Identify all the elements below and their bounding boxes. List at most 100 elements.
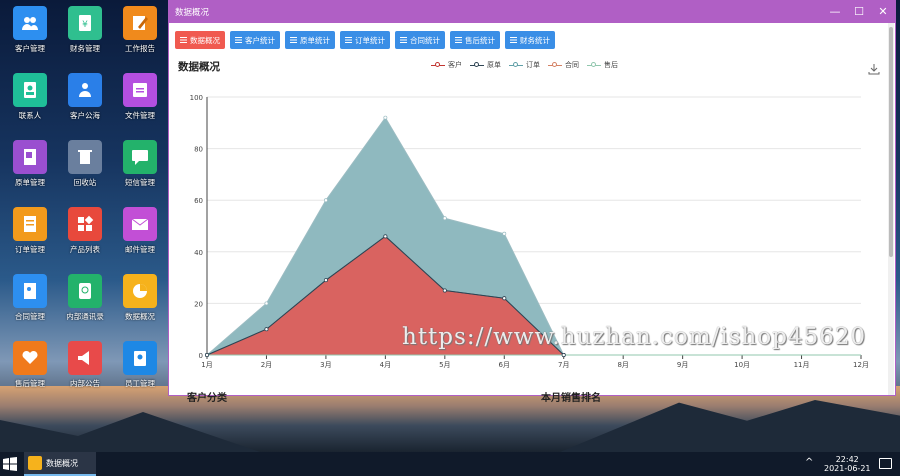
desktop-shortcut-label: 客户公海: [70, 111, 100, 120]
desktop-shortcut-label: 合同管理: [15, 312, 45, 321]
windows-start-icon[interactable]: [3, 457, 17, 471]
heart-hand-icon: [13, 341, 47, 375]
desktop-shortcut[interactable]: 数据概况: [114, 274, 166, 322]
megaphone-icon: [68, 341, 102, 375]
x-tick-label: 6月: [499, 361, 510, 369]
y-tick-label: 20: [194, 300, 203, 308]
desktop-shortcut[interactable]: 员工管理: [114, 341, 166, 389]
clock-date: 2021-06-21: [824, 464, 871, 473]
section-title-monthly-sales-rank: 本月销售排名: [541, 393, 601, 404]
desktop-shortcut[interactable]: 文件管理: [114, 73, 166, 121]
desktop-shortcut[interactable]: 短信管理: [114, 140, 166, 188]
y-tick-label: 40: [194, 249, 203, 257]
desktop-shortcut[interactable]: 回收站: [59, 140, 111, 188]
x-tick-label: 2月: [261, 361, 272, 369]
x-tick-label: 10月: [734, 361, 750, 369]
vertical-scrollbar[interactable]: [888, 23, 894, 395]
data-point: [561, 353, 566, 357]
folder-icon: [123, 73, 157, 107]
book-icon: [13, 140, 47, 174]
desktop-shortcut-label: 产品列表: [70, 245, 100, 254]
data-point: [323, 278, 328, 283]
desktop-shortcut-label: 短信管理: [125, 178, 155, 187]
x-tick-label: 3月: [320, 361, 331, 369]
data-point: [205, 353, 209, 357]
scrollbar-thumb[interactable]: [889, 27, 893, 257]
edit-icon: [123, 6, 157, 40]
x-tick-label: 7月: [558, 361, 569, 369]
y-tick-label: 100: [190, 94, 203, 102]
mail-icon: [123, 207, 157, 241]
x-tick-label: 8月: [617, 361, 628, 369]
users-icon: [13, 6, 47, 40]
desktop-shortcut-label: 内部通讯录: [66, 312, 104, 321]
section-title-customer-category: 客户分类: [187, 393, 227, 404]
tray-expand-icon[interactable]: ^: [805, 457, 813, 468]
desktop-shortcut[interactable]: 客户公海: [59, 73, 111, 121]
data-point: [502, 231, 507, 236]
svg-text:¥: ¥: [82, 20, 88, 30]
data-point: [323, 198, 328, 203]
x-tick-label: 11月: [794, 361, 810, 369]
order-icon: [13, 207, 47, 241]
data-point: [442, 216, 447, 221]
clock-time: 22:42: [835, 455, 859, 464]
desktop-shortcut[interactable]: 原单管理: [4, 140, 56, 188]
desktop-shortcut[interactable]: 合同管理: [4, 274, 56, 322]
clock[interactable]: 22:42 2021-06-21: [824, 455, 871, 473]
data-point: [264, 301, 269, 306]
desktop-shortcut-label: 售后管理: [15, 379, 45, 388]
taskbar: 数据概况 ^ 22:42 2021-06-21: [0, 452, 900, 476]
data-point: [502, 296, 507, 301]
data-point: [383, 234, 388, 239]
badge-icon: [123, 341, 157, 375]
piechart-icon: [123, 274, 157, 308]
desktop-shortcut[interactable]: 产品列表: [59, 207, 111, 255]
taskbar-app-label: 数据概况: [46, 458, 78, 468]
data-point: [264, 327, 269, 332]
desktop-shortcut-label: 原单管理: [15, 178, 45, 187]
desktop-shortcut-label: 工作报告: [125, 44, 155, 53]
desktop-shortcut-label: 内部公告: [70, 379, 100, 388]
desktop-shortcut[interactable]: ¥ 财务管理: [59, 6, 111, 54]
addressbook-icon: [68, 274, 102, 308]
x-tick-label: 5月: [439, 361, 450, 369]
desktop-shortcut[interactable]: 内部通讯录: [59, 274, 111, 322]
desktop-shortcut-label: 员工管理: [125, 379, 155, 388]
x-tick-label: 4月: [380, 361, 391, 369]
x-tick-label: 12月: [853, 361, 869, 369]
y-tick-label: 80: [194, 146, 203, 154]
desktop-shortcut[interactable]: 售后管理: [4, 341, 56, 389]
x-tick-label: 9月: [677, 361, 688, 369]
desktop-shortcut[interactable]: 联系人: [4, 73, 56, 121]
data-point: [442, 288, 447, 293]
product-icon: [68, 207, 102, 241]
desktop-shortcut[interactable]: 订单管理: [4, 207, 56, 255]
message-icon: [123, 140, 157, 174]
desktop-shortcut[interactable]: 工作报告: [114, 6, 166, 54]
x-tick-label: 1月: [201, 361, 212, 369]
y-tick-label: 0: [199, 352, 203, 360]
notification-icon[interactable]: [879, 458, 892, 469]
watermark-text: https://www.huzhan.com/ishop45620: [402, 324, 867, 350]
desktop-shortcut-label: 联系人: [18, 111, 42, 120]
group-icon: [68, 73, 102, 107]
taskbar-app-data-overview[interactable]: 数据概况: [24, 452, 96, 476]
desktop-shortcut-label: 回收站: [73, 178, 97, 187]
contract-icon: [13, 274, 47, 308]
piechart-icon: [28, 456, 42, 470]
desktop-shortcut[interactable]: 内部公告: [59, 341, 111, 389]
desktop-shortcut-label: 订单管理: [15, 245, 45, 254]
contact-icon: [13, 73, 47, 107]
trash-icon: [68, 140, 102, 174]
desktop-shortcut-label: 文件管理: [125, 111, 155, 120]
desktop-shortcut[interactable]: 邮件管理: [114, 207, 166, 255]
desktop-shortcut-label: 财务管理: [70, 44, 100, 53]
data-point: [383, 115, 388, 120]
yen-icon: ¥: [68, 6, 102, 40]
desktop-shortcut-label: 客户管理: [15, 44, 45, 53]
y-tick-label: 60: [194, 197, 203, 205]
desktop-shortcut-label: 数据概况: [125, 312, 155, 321]
desktop-shortcut[interactable]: 客户管理: [4, 6, 56, 54]
desktop-shortcut-label: 邮件管理: [125, 245, 155, 254]
